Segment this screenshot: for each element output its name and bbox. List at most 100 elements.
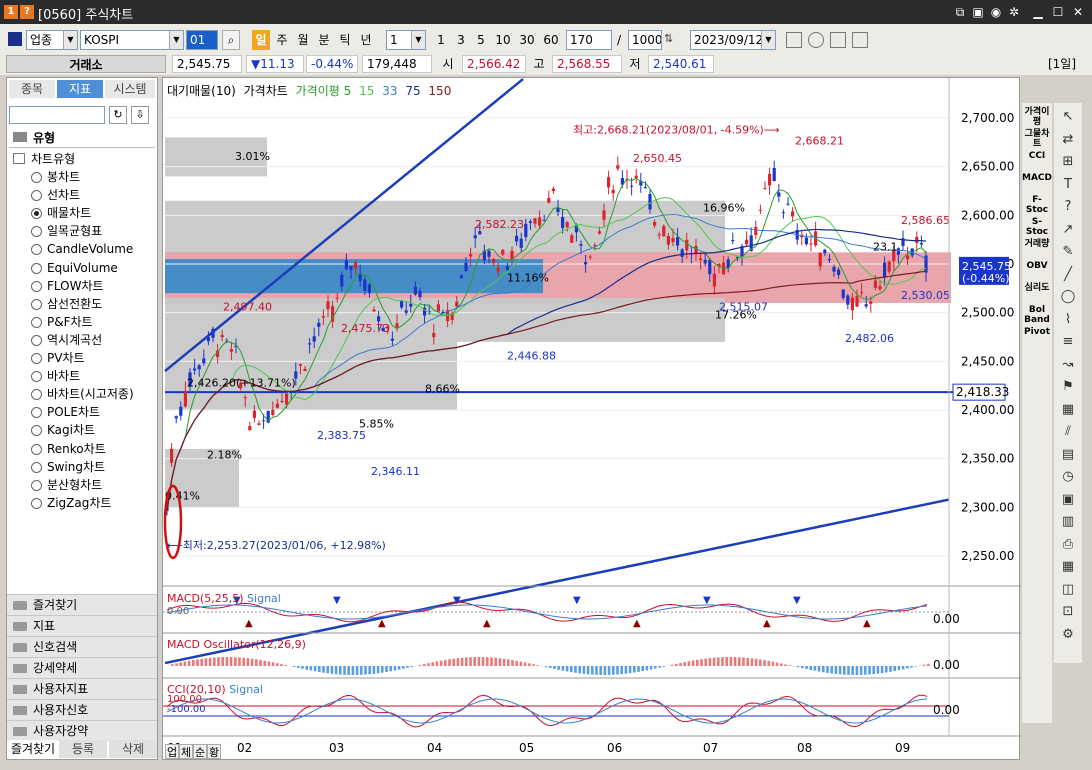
draw-tool-icon[interactable]: ▥ [1056, 512, 1080, 532]
tab-system[interactable]: 시스템 [105, 80, 155, 98]
code-field[interactable]: 01 [186, 30, 218, 50]
search-input[interactable] [9, 106, 105, 124]
draw-tool-icon[interactable]: ╱ [1056, 265, 1080, 285]
chart-bottom-tab[interactable]: 순 [193, 744, 207, 759]
unit-select[interactable]: 1 ▼ [386, 30, 426, 50]
indicator-shortcut[interactable]: S-Stoc [1022, 217, 1052, 239]
draw-tool-icon[interactable]: ↝ [1056, 355, 1080, 375]
draw-tool-icon[interactable]: ⫽ [1056, 422, 1080, 442]
chart-type-item[interactable]: CandleVolume [31, 240, 133, 258]
draw-tool-icon[interactable]: ⊞ [1056, 152, 1080, 172]
radio-icon[interactable] [31, 298, 42, 310]
indicator-shortcut[interactable]: Pivot [1022, 327, 1052, 349]
indicator-shortcut[interactable]: CCI [1022, 151, 1052, 165]
unit-button-60[interactable]: 60 [540, 30, 562, 50]
radio-icon[interactable] [31, 497, 42, 509]
period-tab-4[interactable]: 틱 [336, 30, 354, 50]
unit-button-1[interactable]: 1 [432, 30, 450, 50]
chart-type-item[interactable]: P&F차트 [31, 313, 93, 331]
chart-type-item[interactable]: 봉차트 [31, 168, 80, 186]
folder-5[interactable]: 사용자신호 [7, 699, 157, 720]
settings-icon[interactable] [808, 32, 824, 48]
section-type[interactable]: 유형 [9, 128, 155, 148]
radio-icon[interactable] [31, 479, 42, 491]
sort-icon[interactable]: ⇅ [664, 32, 680, 48]
chart-type-item[interactable]: 바차트 [31, 367, 80, 385]
draw-tool-icon[interactable]: ▣ [1056, 490, 1080, 510]
chart-type-item[interactable]: Renko차트 [31, 440, 106, 458]
left-bottom-tab[interactable]: 삭제 [109, 740, 157, 758]
draw-tool-icon[interactable]: ⊡ [1056, 602, 1080, 622]
radio-icon[interactable] [31, 208, 42, 220]
draw-tool-icon[interactable]: ? [1056, 197, 1080, 217]
radio-icon[interactable] [31, 371, 42, 383]
unit-button-3[interactable]: 3 [452, 30, 470, 50]
search-icon[interactable]: ⌕ [222, 30, 240, 50]
chart-area[interactable]: 2,700.002,650.002,600.002,550.002,500.00… [162, 77, 1021, 761]
download-icon[interactable]: ⇩ [131, 106, 149, 124]
indicator-shortcut[interactable]: 거래량 [1022, 239, 1052, 253]
chart-bottom-tab[interactable]: 황 [207, 744, 221, 759]
chart-type-item[interactable]: Swing차트 [31, 458, 105, 476]
settings-icon[interactable]: ✲ [1006, 4, 1022, 20]
indicator-shortcut[interactable]: F-Stoc [1022, 195, 1052, 217]
chart-type-item[interactable]: POLE차트 [31, 403, 100, 421]
period-tab-2[interactable]: 월 [294, 30, 312, 50]
indicator-shortcut[interactable]: Bol Band [1022, 305, 1052, 327]
unit-button-5[interactable]: 5 [472, 30, 490, 50]
folder-3[interactable]: 강세약세 [7, 657, 157, 678]
folder-0[interactable]: 즐겨찾기 [7, 594, 157, 615]
radio-icon[interactable] [31, 461, 42, 473]
chart-type-item[interactable]: ZigZag차트 [31, 494, 111, 512]
radio-icon[interactable] [31, 226, 42, 238]
radio-icon[interactable] [31, 407, 42, 419]
period-tab-0[interactable]: 일 [252, 30, 270, 50]
close-icon[interactable]: ✕ [1070, 4, 1086, 20]
symbol-select[interactable]: KOSPI ▼ [80, 30, 184, 50]
tab-indicators[interactable]: 지표 [57, 80, 103, 98]
draw-tool-icon[interactable]: ▦ [1056, 557, 1080, 577]
copy-icon[interactable]: ▣ [970, 4, 986, 20]
tab-stocks[interactable]: 종목 [9, 80, 55, 98]
chart-type-item[interactable]: 선차트 [31, 186, 80, 204]
chart-type-item[interactable]: 일목균형표 [31, 222, 102, 240]
help-icon[interactable]: ? [20, 5, 34, 19]
market-select[interactable]: 업종 ▼ [26, 30, 78, 50]
chart-canvas[interactable]: 2,700.002,650.002,600.002,550.002,500.00… [163, 78, 1021, 761]
capture-icon[interactable]: ◉ [988, 4, 1004, 20]
chart-type-item[interactable]: 매물차트 [31, 204, 91, 222]
draw-tool-icon[interactable]: ⇄ [1056, 130, 1080, 150]
radio-icon[interactable] [31, 244, 42, 256]
draw-tool-icon[interactable]: ✎ [1056, 242, 1080, 262]
draw-tool-icon[interactable]: ◯ [1056, 287, 1080, 307]
radio-icon[interactable] [31, 316, 42, 328]
folder-1[interactable]: 지표 [7, 615, 157, 636]
calendar-icon[interactable] [786, 32, 802, 48]
indicator-shortcut[interactable]: 심리도 [1022, 283, 1052, 297]
folder-2[interactable]: 신호검색 [7, 636, 157, 657]
indicator-shortcut[interactable]: 가격이평 [1022, 107, 1052, 127]
chart-type-item[interactable]: 분산형차트 [31, 476, 102, 494]
chart-type-item[interactable]: EquiVolume [31, 259, 118, 277]
radio-icon[interactable] [31, 443, 42, 455]
period-tab-1[interactable]: 주 [273, 30, 291, 50]
draw-tool-icon[interactable]: ↖ [1056, 107, 1080, 127]
folder-6[interactable]: 사용자강약 [7, 720, 157, 741]
chart-type-item[interactable]: 역시계곡선 [31, 331, 102, 349]
indicator-shortcut[interactable]: MACD [1022, 173, 1052, 187]
chevron-down-icon[interactable]: ▼ [63, 31, 77, 49]
radio-icon[interactable] [31, 353, 42, 364]
total-input[interactable]: 1000 [628, 30, 662, 50]
tree-root[interactable]: 차트유형 [9, 150, 155, 168]
draw-tool-icon[interactable]: ▤ [1056, 445, 1080, 465]
draw-tool-icon[interactable]: T [1056, 175, 1080, 195]
chart-type-item[interactable]: 바차트(시고저종) [31, 385, 134, 403]
left-bottom-tab[interactable]: 등록 [59, 740, 107, 758]
count-input[interactable]: 170 [566, 30, 612, 50]
draw-tool-icon[interactable]: ≡ [1056, 332, 1080, 352]
radio-icon[interactable] [31, 389, 42, 401]
indicator-shortcut[interactable]: 그물차트 [1022, 129, 1052, 149]
radio-icon[interactable] [31, 172, 42, 183]
left-bottom-tab[interactable]: 즐겨찾기 [9, 740, 57, 758]
link-icon[interactable]: ⧉ [952, 4, 968, 20]
